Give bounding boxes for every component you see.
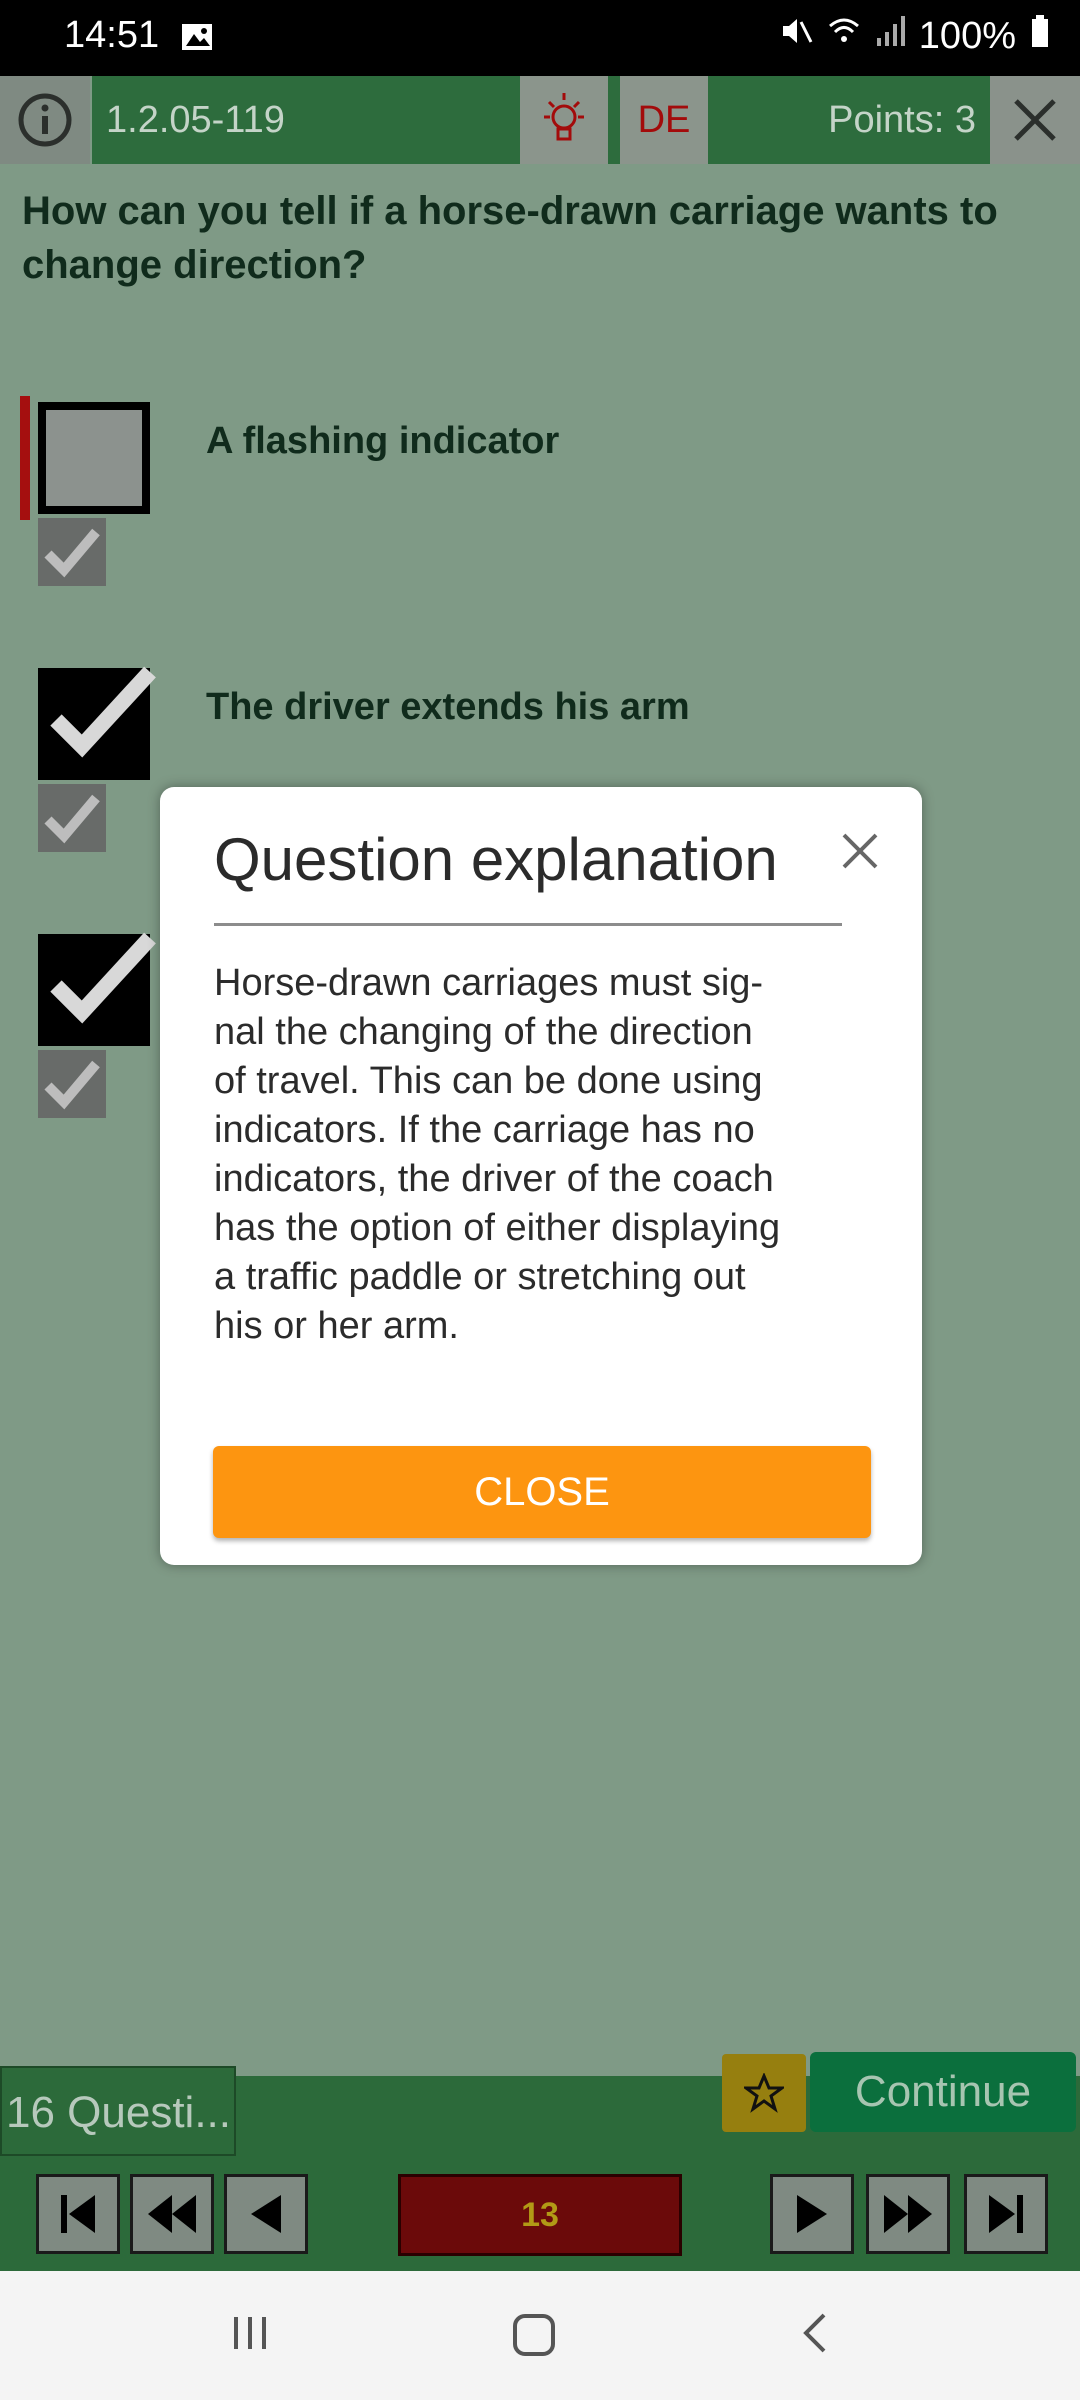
info-icon (18, 93, 72, 147)
previous-icon (251, 2195, 281, 2233)
wifi-icon (827, 14, 861, 58)
solution-check-icon (38, 1050, 106, 1118)
explanation-dialog: Question explanation Horse-drawn carriag… (160, 787, 922, 1565)
next-button[interactable] (770, 2174, 854, 2254)
wrong-answer-marker (20, 396, 30, 520)
dialog-close-icon[interactable] (836, 827, 884, 875)
back-icon[interactable] (796, 2311, 840, 2360)
dialog-body-line: has the option of either displaying (214, 1207, 781, 1249)
dialog-close-button[interactable]: CLOSE (213, 1446, 871, 1538)
fast-forward-button[interactable] (866, 2174, 950, 2254)
battery-percent: 100% (918, 14, 1016, 57)
rewind-icon (148, 2195, 196, 2233)
answer-checkbox-checked[interactable] (38, 932, 156, 1046)
dialog-body-line: a traffic paddle or stretching out (214, 1256, 746, 1298)
rewind-button[interactable] (130, 2174, 214, 2254)
gallery-notification-icon (180, 20, 214, 59)
signal-icon (875, 14, 905, 58)
mute-icon (779, 14, 813, 58)
next-icon (797, 2195, 827, 2233)
system-navigation-bar (0, 2271, 1080, 2400)
previous-button[interactable] (224, 2174, 308, 2254)
bookmark-button[interactable] (722, 2054, 806, 2132)
dialog-title: Question explanation (214, 826, 778, 893)
answer-checkbox-unchecked[interactable] (38, 402, 150, 514)
question-text: How can you tell if a horse-drawn carria… (22, 189, 998, 287)
current-question-number[interactable]: 13 (398, 2174, 682, 2256)
continue-button[interactable]: Continue (810, 2052, 1076, 2132)
lightbulb-icon (544, 93, 584, 141)
dialog-body-line: indicators. If the carriage has no (214, 1109, 755, 1151)
last-question-button[interactable] (964, 2174, 1048, 2254)
language-button[interactable]: DE (620, 76, 708, 164)
header-separator (608, 76, 620, 164)
star-icon (744, 2073, 784, 2113)
solution-check-icon (38, 518, 106, 586)
solution-check-icon (38, 784, 106, 852)
quiz-header: 1.2.05-119 DE Points: 3 (0, 76, 1080, 164)
dialog-body-line: nal the changing of the direction (214, 1011, 753, 1053)
dialog-body: Horse-drawn carriages must sig- nal the … (214, 959, 854, 1351)
status-indicators: 100% (779, 14, 1050, 58)
close-quiz-button[interactable] (990, 76, 1080, 164)
dialog-divider (214, 923, 842, 926)
question-id: 1.2.05-119 (92, 76, 520, 164)
fast-forward-icon (884, 2195, 932, 2233)
battery-icon (1030, 14, 1050, 58)
close-icon (1014, 99, 1056, 141)
answer-label-2: The driver extends his arm (206, 686, 690, 728)
status-bar: 14:51 100% (0, 0, 1080, 76)
answer-label-1: A flashing indicator (206, 420, 560, 462)
recent-apps-icon[interactable] (230, 2311, 274, 2360)
info-button[interactable] (0, 76, 90, 164)
answer-checkbox-checked[interactable] (38, 666, 156, 780)
points-display: Points: 3 (708, 76, 990, 164)
dialog-body-line: indicators, the driver of the coach (214, 1158, 774, 1200)
hint-button[interactable] (520, 76, 608, 164)
skip-first-icon (61, 2195, 95, 2233)
question-count-button[interactable]: 16 Questi... (0, 2066, 236, 2156)
dialog-body-line: his or her arm. (214, 1305, 459, 1347)
home-icon[interactable] (510, 2311, 558, 2364)
dialog-body-line: Horse-drawn carriages must sig- (214, 962, 764, 1004)
dialog-body-line: of travel. This can be done using (214, 1060, 763, 1102)
status-time: 14:51 (64, 14, 160, 56)
first-question-button[interactable] (36, 2174, 120, 2254)
skip-last-icon (989, 2195, 1023, 2233)
